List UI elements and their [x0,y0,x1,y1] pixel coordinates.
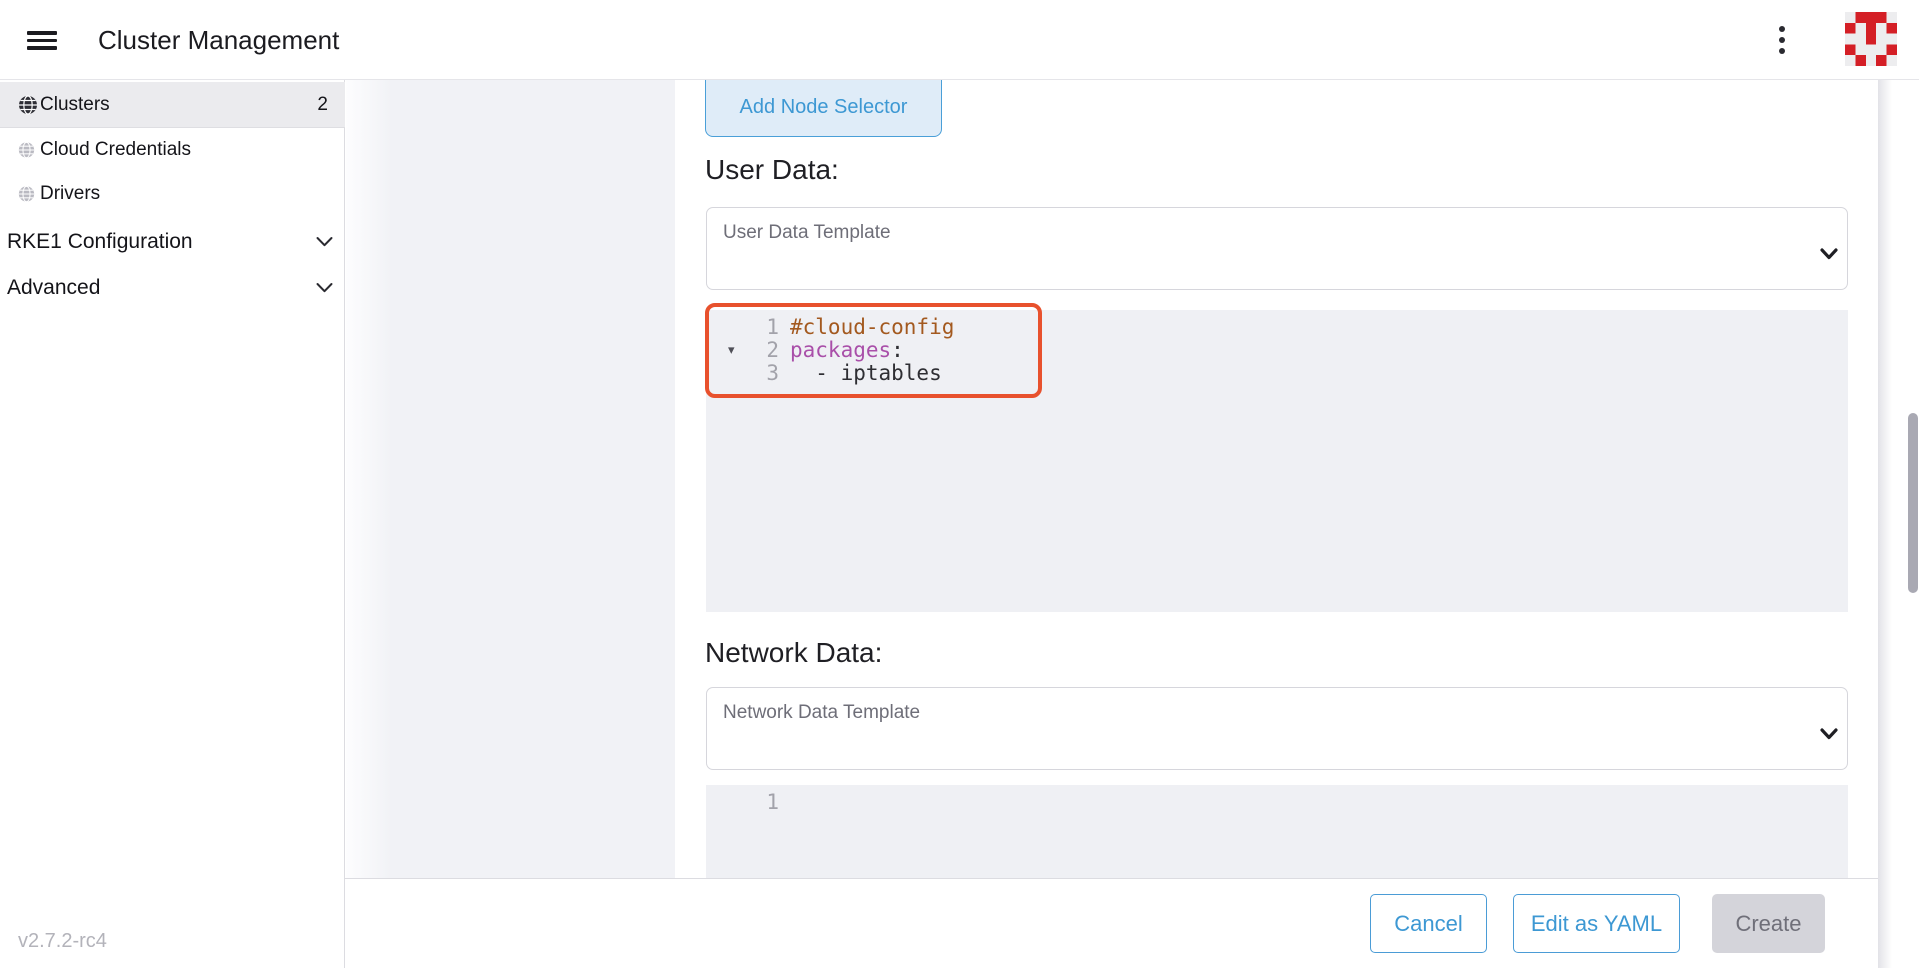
sidebar-item-clusters[interactable]: Clusters 2 [0,82,345,128]
line-number: 2 [706,339,779,362]
sidebar-group-label: RKE1 Configuration [7,220,193,264]
line-number: 1 [706,791,779,814]
line-number: 3 [706,362,779,385]
network-data-editor[interactable]: 1 [706,785,1848,878]
app-root: Cluster Management [0,0,1919,968]
create-button[interactable]: Create [1712,894,1825,953]
chevron-down-icon [1820,728,1838,740]
globe-icon [18,186,35,203]
form-nav-panel [346,80,675,878]
cancel-button[interactable]: Cancel [1370,894,1487,953]
select-label: User Data Template [723,222,891,244]
edit-as-yaml-button[interactable]: Edit as YAML [1513,894,1680,953]
sidebar-item-label: Drivers [40,172,100,216]
page-gutter [1878,80,1919,968]
sidebar-item-drivers[interactable]: Drivers [0,172,345,216]
code-line: 1 #cloud-config [706,316,1848,339]
sidebar-group-label: Advanced [7,266,100,310]
avatar[interactable] [1845,12,1897,66]
code-token: packages [790,338,891,362]
code-token: : [891,338,904,362]
sidebar-item-cloud-credentials[interactable]: Cloud Credentials [0,128,345,172]
code-line: 1 [706,791,1848,814]
page-title: Cluster Management [98,0,339,80]
select-label: Network Data Template [723,702,920,724]
user-data-editor[interactable]: 1 #cloud-config ▾ 2 packages: 3 - iptabl… [706,310,1848,612]
chevron-down-icon [1820,248,1838,260]
form-content: Add Node Selector User Data: User Data T… [675,80,1878,878]
scrollbar-thumb[interactable] [1908,413,1918,593]
code-line: ▾ 2 packages: [706,339,1848,362]
footer-bar: Cancel Edit as YAML Create [345,878,1878,968]
identicon-icon [1845,12,1897,66]
add-node-selector-button[interactable]: Add Node Selector [705,80,942,137]
sidebar: Clusters 2 Cloud Credentials [0,80,345,968]
code-token: #cloud-config [790,315,954,339]
globe-icon [18,142,35,159]
globe-icon [18,95,38,115]
code-line: 3 - iptables [706,362,1848,385]
code-token: - iptables [790,361,942,385]
top-bar: Cluster Management [0,0,1919,80]
network-data-heading: Network Data: [705,633,882,673]
sidebar-item-label: Clusters [40,82,110,127]
chevron-down-icon [316,283,333,294]
user-data-template-select[interactable]: User Data Template [706,207,1848,290]
kebab-menu-icon[interactable] [1772,22,1792,60]
network-data-template-select[interactable]: Network Data Template [706,687,1848,770]
sidebar-group-rke1-configuration[interactable]: RKE1 Configuration [0,220,345,264]
menu-icon[interactable] [27,31,57,50]
clusters-count-badge: 2 [317,82,328,127]
sidebar-group-advanced[interactable]: Advanced [0,266,345,310]
chevron-down-icon [316,237,333,248]
sidebar-item-label: Cloud Credentials [40,128,191,172]
user-data-heading: User Data: [705,150,839,190]
line-number: 1 [706,316,779,339]
version-label: v2.7.2-rc4 [18,930,107,953]
